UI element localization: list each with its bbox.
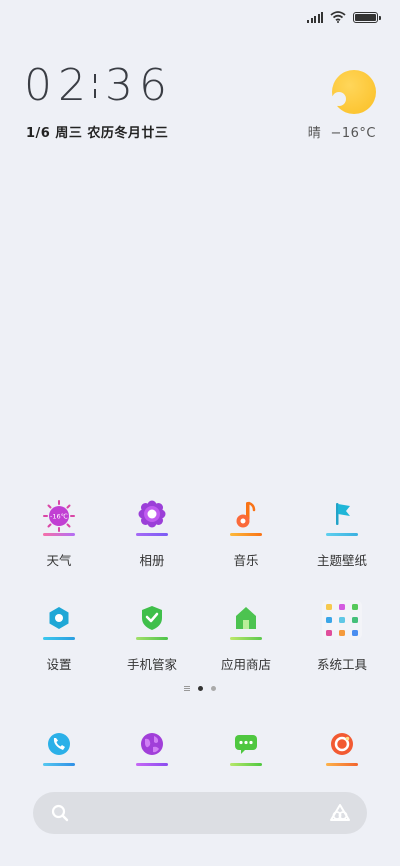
battery-icon (353, 11, 381, 23)
weather-text: 晴 −16°C (308, 122, 376, 141)
app-security[interactable]: 手机管家 (102, 600, 202, 673)
clock-colon (94, 73, 97, 99)
page-dot-active (198, 686, 203, 691)
dock-browser[interactable] (102, 726, 202, 770)
app-store-icon (236, 607, 256, 629)
assistant-icon[interactable] (329, 803, 351, 823)
app-label: 天气 (46, 553, 72, 568)
dock-messages[interactable] (196, 726, 296, 770)
music-icon (236, 501, 256, 528)
clock-hour: 02 (24, 60, 92, 111)
status-bar (0, 0, 400, 34)
page-indicator[interactable] (0, 686, 400, 691)
app-label: 设置 (46, 657, 72, 672)
app-label: 应用商店 (220, 657, 271, 672)
page-dot (211, 686, 216, 691)
settings-icon (49, 607, 69, 629)
app-label: 手机管家 (126, 657, 177, 672)
app-gallery[interactable]: 相册 (102, 496, 202, 569)
weather-badge: -16℃ (50, 513, 68, 521)
feed-indicator-icon (184, 686, 190, 691)
dock-camera[interactable] (292, 726, 392, 770)
weather-icon: -16℃ (43, 500, 75, 532)
app-label: 系统工具 (316, 657, 367, 672)
app-settings[interactable]: 设置 (9, 600, 109, 673)
app-music[interactable]: 音乐 (196, 496, 296, 569)
weather-condition: 晴 (307, 126, 322, 141)
app-weather[interactable]: -16℃ 天气 (9, 496, 109, 569)
app-label: 主题壁纸 (316, 553, 367, 568)
date-text: 1/6 周三 农历冬月廿三 (26, 126, 169, 141)
dock-phone[interactable] (9, 726, 109, 770)
wifi-icon (330, 11, 346, 23)
app-tools-folder[interactable]: 系统工具 (292, 596, 392, 673)
browser-icon (141, 733, 163, 755)
gallery-icon (138, 500, 166, 528)
search-icon[interactable] (51, 804, 69, 822)
phone-icon (48, 733, 70, 755)
tools-folder-icon (322, 600, 362, 640)
app-label: 相册 (139, 553, 165, 568)
app-store[interactable]: 应用商店 (196, 600, 296, 673)
app-label: 音乐 (233, 553, 259, 568)
messages-icon (235, 735, 257, 754)
search-bar[interactable] (33, 792, 367, 834)
app-themes[interactable]: 主题壁纸 (292, 496, 392, 569)
weather-temp: −16°C (330, 126, 376, 141)
themes-icon (336, 503, 350, 525)
clock-widget[interactable]: 02 36 (24, 60, 173, 111)
weather-widget[interactable]: 晴 −16°C (296, 70, 376, 141)
security-icon (142, 606, 162, 630)
clock-minute: 36 (105, 60, 173, 111)
camera-icon (331, 733, 353, 755)
signal-icon (307, 11, 323, 23)
